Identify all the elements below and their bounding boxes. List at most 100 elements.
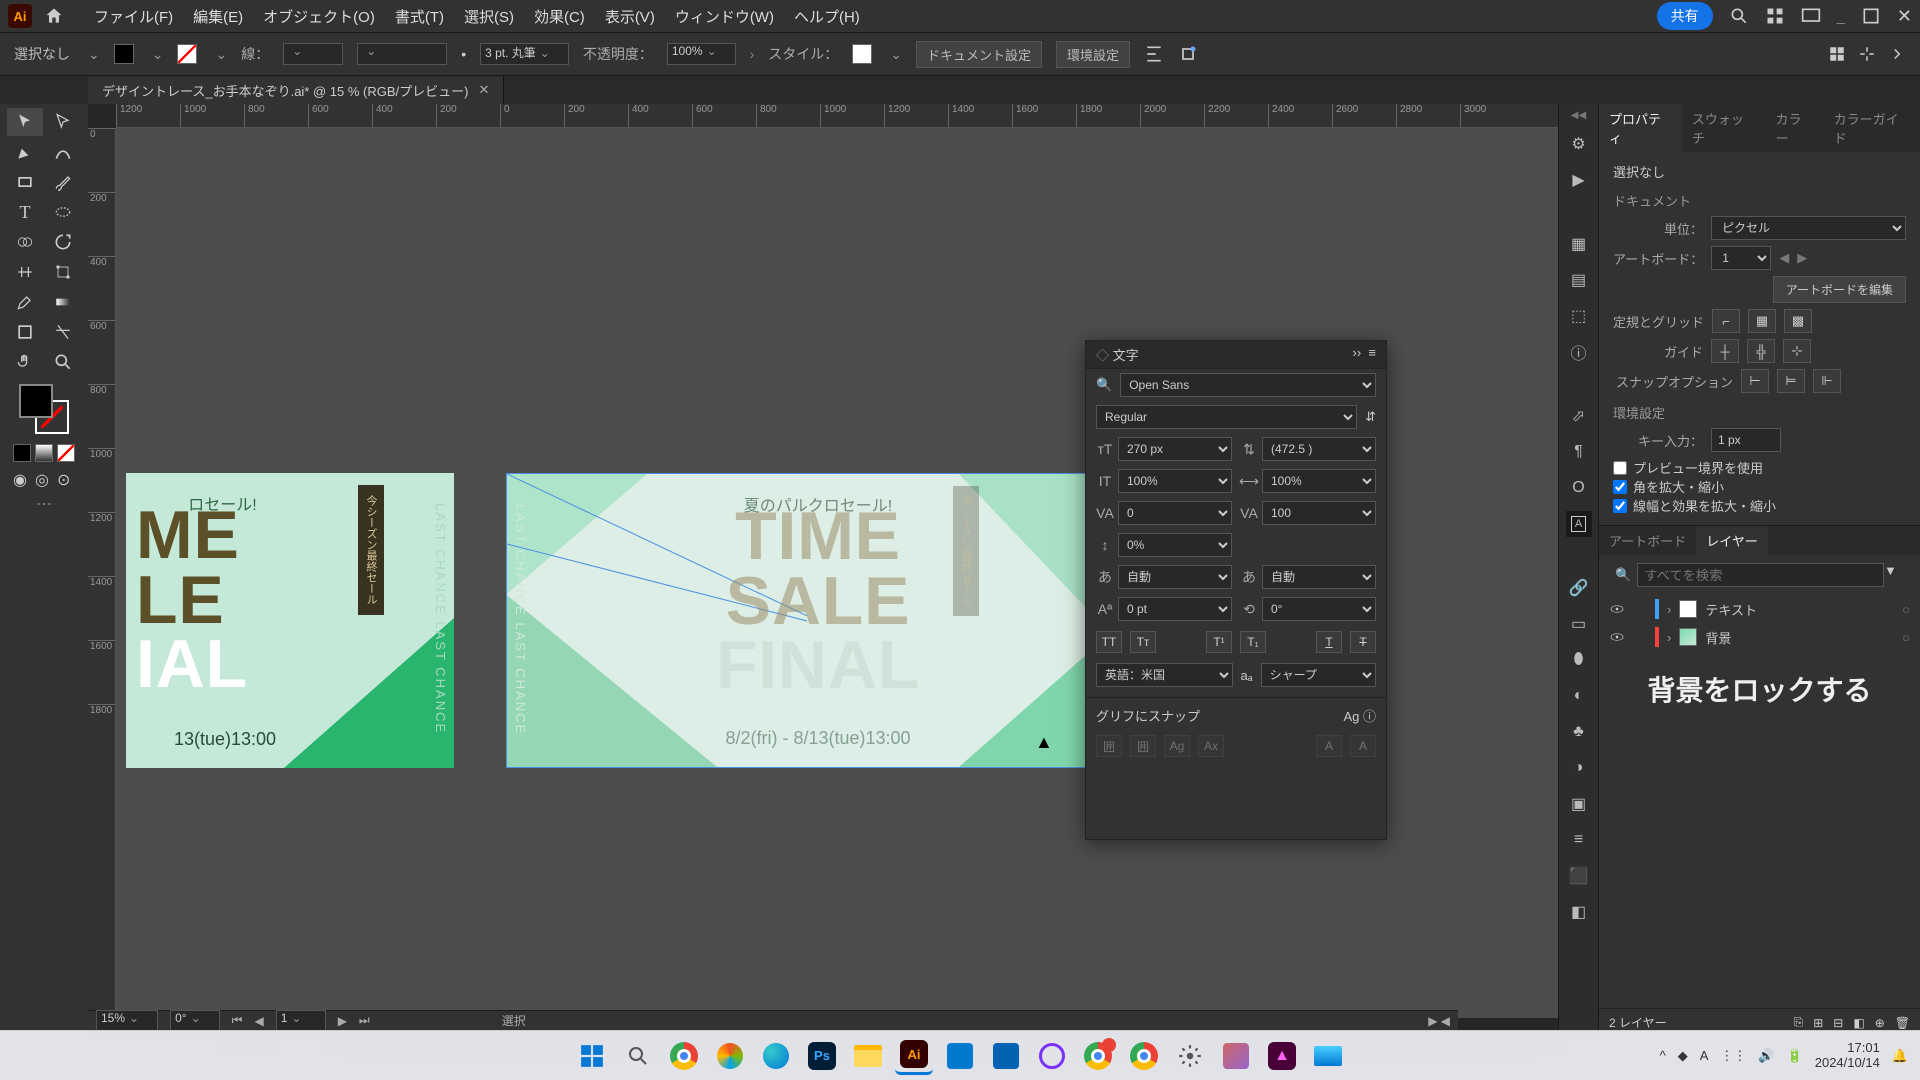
slice-tool[interactable] <box>45 318 81 346</box>
home-icon[interactable] <box>44 6 64 26</box>
shape-builder-tool[interactable] <box>7 228 43 256</box>
selection-tool[interactable] <box>7 108 43 136</box>
taskbar-copilot-icon[interactable] <box>711 1037 749 1075</box>
glyph-icon[interactable]: Ag <box>1343 709 1359 724</box>
key-input-field[interactable] <box>1711 428 1781 452</box>
layer-name[interactable]: 背景 <box>1705 628 1731 647</box>
collapse-panel-icon[interactable]: ›› <box>1353 345 1362 360</box>
edit-artboard-button[interactable]: アートボードを編集 <box>1773 276 1906 303</box>
dock-brushes-icon[interactable]: ⬚ <box>1566 303 1592 329</box>
fill-swatch[interactable] <box>114 44 134 64</box>
color-mode-fill[interactable] <box>13 444 31 462</box>
layer-filter-icon[interactable]: ▼ <box>1884 563 1910 587</box>
scroll-left-icon[interactable]: ▶ ◀ <box>1428 1014 1450 1028</box>
baseline-input[interactable]: 0 pt <box>1118 597 1232 621</box>
opacity-value[interactable]: 100% <box>667 43 736 65</box>
allcaps-button[interactable]: TT <box>1096 631 1122 653</box>
strikethrough-button[interactable]: T <box>1350 631 1376 653</box>
taskbar-chrome-icon[interactable] <box>665 1037 703 1075</box>
document-tab[interactable]: デザイントレース_お手本なぞり.ai* @ 15 % (RGB/プレビュー) ✕ <box>88 77 504 104</box>
info-icon[interactable]: ⓘ <box>1363 709 1376 724</box>
layer-row[interactable]: › 背景 ○ <box>1599 623 1920 651</box>
tray-app-icon[interactable]: ◆ <box>1678 1048 1688 1064</box>
style-dropdown[interactable] <box>886 46 902 63</box>
character-panel[interactable]: ◇ 文字 ›› ≡ 🔍 Open Sans Regular ⇵ тT270 px… <box>1085 340 1387 840</box>
tray-notifications-icon[interactable]: 🔔 <box>1892 1048 1908 1064</box>
layer-row[interactable]: › テキスト ○ <box>1599 595 1920 623</box>
taskbar-explorer-icon[interactable] <box>849 1037 887 1075</box>
snap-pixel-icon[interactable]: ⊩ <box>1813 369 1841 393</box>
kerning-input[interactable]: 0 <box>1118 501 1232 525</box>
taskbar-illustrator-icon[interactable]: Ai <box>895 1037 933 1075</box>
new-layer-icon[interactable]: ⊕ <box>1875 1016 1885 1030</box>
tab-layers[interactable]: レイヤー <box>1696 526 1768 555</box>
width-tool[interactable] <box>7 258 43 286</box>
grid-icon[interactable] <box>1828 45 1846 63</box>
window-maximize-icon[interactable] <box>1861 6 1881 26</box>
dock-opentype-icon[interactable]: O <box>1566 475 1592 501</box>
close-tab-icon[interactable]: ✕ <box>478 82 489 98</box>
line-tool[interactable] <box>45 198 81 226</box>
taskbar-app2-icon[interactable] <box>1217 1037 1255 1075</box>
dock-asset-icon[interactable]: ⬛ <box>1566 863 1592 889</box>
zoom-select[interactable]: 15% <box>96 1010 158 1032</box>
vscale-input[interactable]: 100% <box>1118 469 1232 493</box>
dock-swatches-icon[interactable]: ▤ <box>1566 267 1592 293</box>
ruler-toggle-icon[interactable]: ⌐ <box>1712 309 1740 333</box>
transparency-grid-icon[interactable]: ▩ <box>1784 309 1812 333</box>
window-close-icon[interactable]: ✕ <box>1897 6 1912 27</box>
menu-window[interactable]: ウィンドウ(W) <box>665 2 784 31</box>
locate-layer-icon[interactable]: ⎘ <box>1794 1015 1804 1030</box>
auto1-select[interactable]: 自動 <box>1118 565 1232 589</box>
dock-transform-icon[interactable]: ◐ <box>1566 683 1592 709</box>
align-icon[interactable] <box>1144 44 1164 64</box>
style-swatch[interactable] <box>852 44 872 64</box>
dock-align-icon[interactable]: ▭ <box>1566 611 1592 637</box>
artboard-1[interactable]: 今シーズン最終セール LAST CHANCE LAST CHANCE ロセール!… <box>126 473 454 768</box>
dock-layers-icon[interactable]: ≡ <box>1566 827 1592 853</box>
dock-info-icon[interactable]: ⓘ <box>1566 339 1592 365</box>
eyedropper-tool[interactable] <box>7 288 43 316</box>
layer-name[interactable]: テキスト <box>1705 600 1757 619</box>
tab-swatches[interactable]: スウォッチ <box>1682 104 1766 152</box>
color-mode-gradient[interactable] <box>35 444 53 462</box>
snap-icon[interactable] <box>1858 45 1876 63</box>
taskbar-chrome2-icon[interactable] <box>1079 1037 1117 1075</box>
fill-stroke-indicator[interactable] <box>19 384 69 434</box>
tray-wifi-icon[interactable]: ⋮⋮ <box>1720 1048 1746 1064</box>
font-size-input[interactable]: 270 px <box>1118 437 1232 461</box>
font-style-select[interactable]: Regular <box>1096 405 1357 429</box>
taskbar-edge-icon[interactable] <box>757 1037 795 1075</box>
guides-show-icon[interactable]: ┼ <box>1711 339 1739 363</box>
gradient-tool[interactable] <box>45 288 81 316</box>
pen-tool[interactable] <box>7 138 43 166</box>
dock-symbols-icon[interactable]: ♣ <box>1566 719 1592 745</box>
prev-artboard-icon[interactable]: ◀ <box>254 1014 263 1028</box>
rotate-view-select[interactable]: 0° <box>170 1010 220 1032</box>
tracking-input[interactable]: 100 <box>1262 501 1376 525</box>
menu-file[interactable]: ファイル(F) <box>84 2 183 31</box>
first-artboard-icon[interactable]: ⏮ <box>232 1013 243 1028</box>
stroke-weight-dropdown[interactable] <box>283 43 343 65</box>
menu-edit[interactable]: 編集(E) <box>183 2 253 31</box>
taskbar-app3-icon[interactable] <box>1309 1037 1347 1075</box>
tray-volume-icon[interactable]: 🔊 <box>1758 1048 1774 1064</box>
artboard-select[interactable]: 1 <box>1711 246 1771 270</box>
taskbar-photoshop-icon[interactable]: Ps <box>803 1037 841 1075</box>
zoom-tool[interactable] <box>45 348 81 376</box>
units-select[interactable]: ピクセル <box>1711 216 1906 240</box>
prev-artboard-icon[interactable]: ◀ <box>1779 250 1789 266</box>
draw-normal-icon[interactable]: ◉ <box>13 470 31 488</box>
preview-bounds-checkbox[interactable]: プレビュー境界を使用 <box>1613 458 1906 477</box>
workspace-icon[interactable] <box>1801 6 1821 26</box>
direct-selection-tool[interactable] <box>45 108 81 136</box>
dock-cc-icon[interactable]: ▶ <box>1566 167 1592 193</box>
font-family-select[interactable]: Open Sans <box>1120 373 1376 397</box>
type-tool[interactable]: T <box>7 198 43 226</box>
menu-type[interactable]: 書式(T) <box>385 2 454 31</box>
subscript-button[interactable]: T₁ <box>1240 631 1266 653</box>
expand-layer-icon[interactable]: › <box>1667 602 1671 617</box>
make-sublayer-icon[interactable]: ⊟ <box>1833 1016 1843 1030</box>
taskbar-xd-icon[interactable]: ▲ <box>1263 1037 1301 1075</box>
artboard-nav-select[interactable]: 1 <box>276 1010 326 1032</box>
